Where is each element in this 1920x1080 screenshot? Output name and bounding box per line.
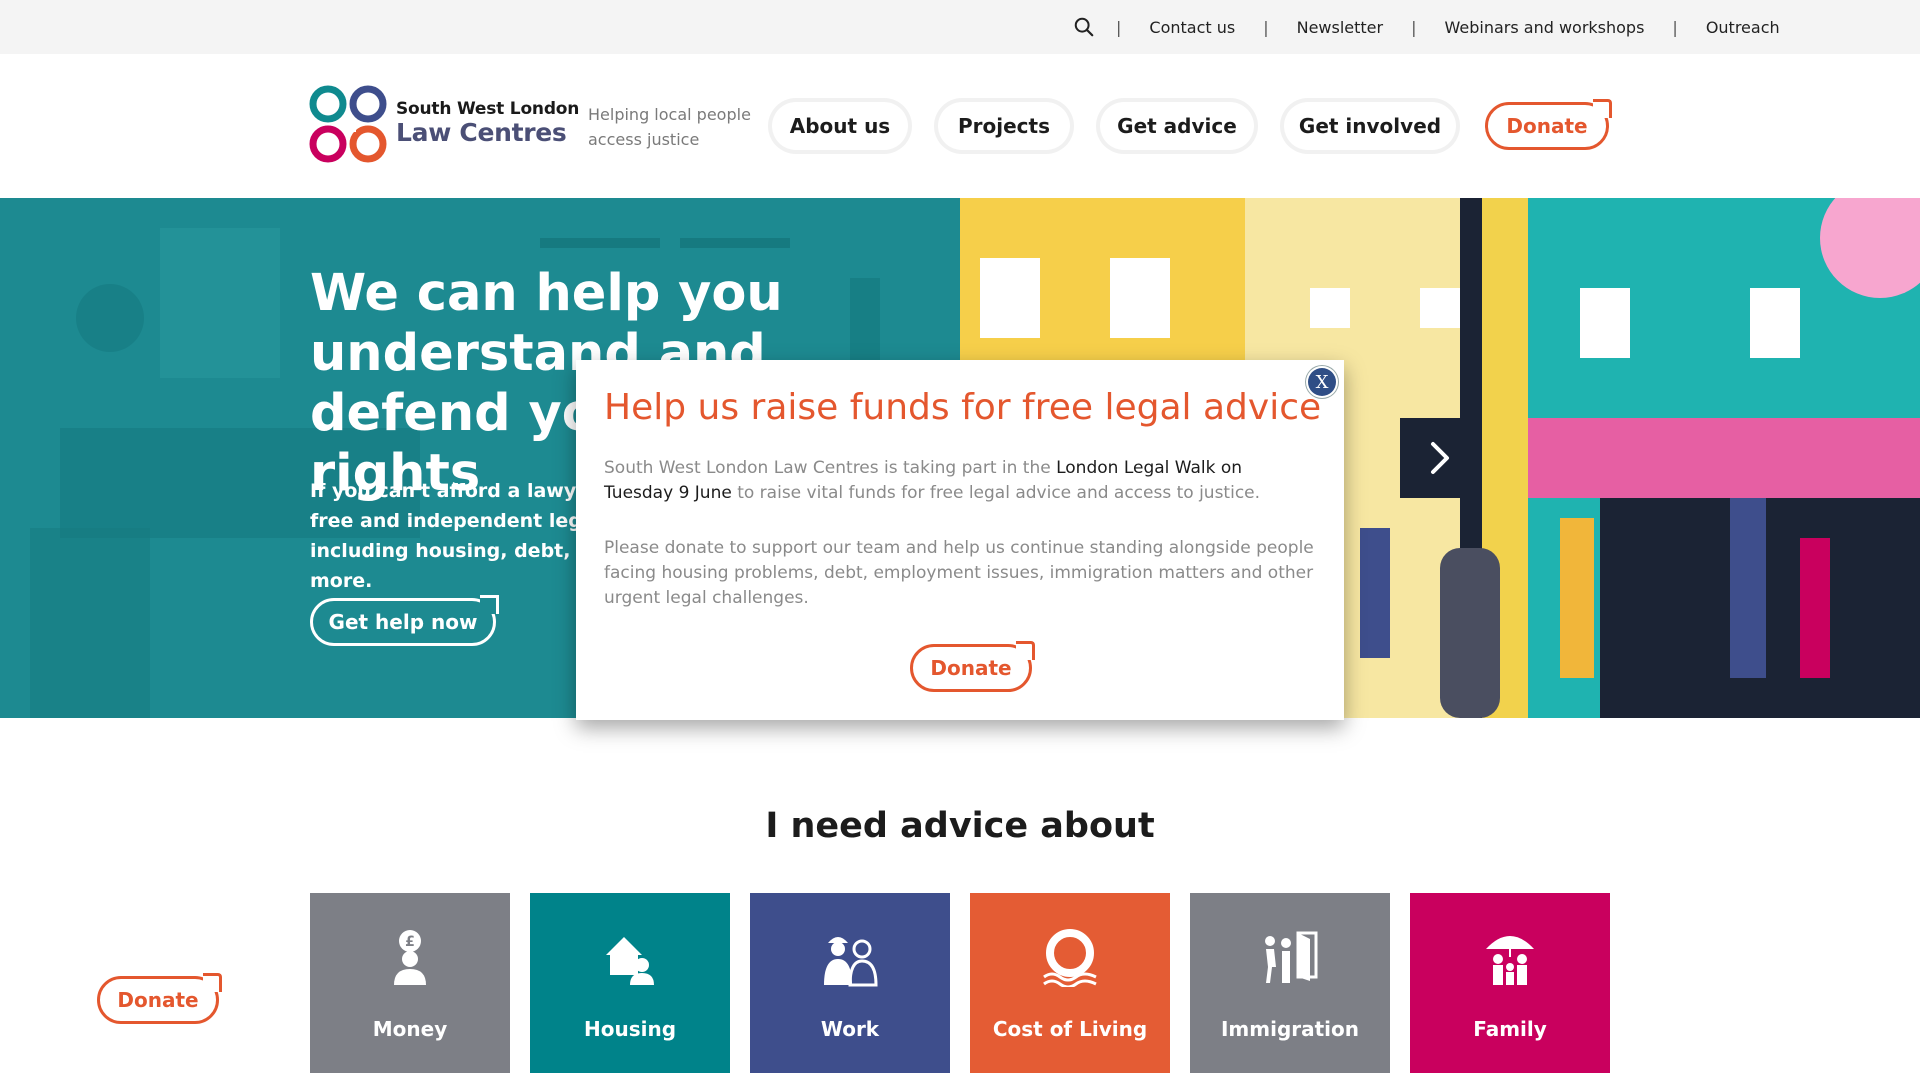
header-donate-button[interactable]: Donate: [1485, 99, 1612, 150]
advice-tile-cost-of-living[interactable]: Cost of Living: [970, 893, 1170, 1073]
modal-p1-end: to raise vital funds for free legal advi…: [731, 483, 1261, 503]
svg-text:£: £: [405, 934, 415, 950]
advice-section-title: I need advice about: [765, 806, 1155, 846]
housing-icon: [606, 937, 654, 985]
carousel-next-button[interactable]: [1400, 418, 1480, 498]
advice-tile-work[interactable]: Work: [750, 893, 950, 1073]
modal-title: Help us raise funds for free legal advic…: [604, 387, 1322, 428]
advice-tile-housing[interactable]: Housing: [530, 893, 730, 1073]
advice-tiles: £ Money Housing Work Cost of Living Immi…: [310, 893, 1610, 1073]
fundraising-modal: X Help us raise funds for free legal adv…: [576, 360, 1344, 720]
lifebuoy-icon: [1043, 929, 1097, 987]
law-centres-logo[interactable]: [308, 84, 390, 166]
divider: |: [1672, 17, 1678, 37]
advice-tile-family[interactable]: Family: [1410, 893, 1610, 1073]
utility-bar: | Contact us | Newsletter | Webinars and…: [0, 0, 1920, 54]
newsletter-link[interactable]: Newsletter: [1297, 18, 1412, 37]
tile-label: Money: [372, 1017, 448, 1041]
floating-donate-button[interactable]: Donate: [97, 973, 222, 1024]
modal-donate-button[interactable]: Donate: [910, 641, 1035, 692]
tile-label: Work: [820, 1017, 880, 1041]
divider: |: [1116, 17, 1122, 37]
nav-about-us[interactable]: About us: [772, 102, 908, 150]
modal-paragraph-1: South West London Law Centres is taking …: [604, 456, 1316, 506]
work-icon: [824, 937, 878, 987]
logo-line-2: Law Centres: [396, 118, 567, 147]
advice-tile-money[interactable]: £ Money: [310, 893, 510, 1073]
utility-links: | Contact us | Newsletter | Webinars and…: [1116, 0, 1808, 54]
immigration-icon: [1265, 931, 1318, 983]
nav-get-advice[interactable]: Get advice: [1100, 102, 1254, 150]
family-icon: [1486, 936, 1534, 985]
nav-get-involved[interactable]: Get involved: [1284, 102, 1456, 150]
nav-projects[interactable]: Projects: [938, 102, 1070, 150]
logo-line-1: South West London: [396, 99, 580, 119]
chevron-right-icon: [1431, 442, 1449, 474]
outreach-link[interactable]: Outreach: [1706, 18, 1808, 37]
get-help-now-button[interactable]: Get help now: [310, 595, 499, 646]
tagline: Helping local people access justice: [588, 105, 751, 149]
modal-paragraph-2: Please donate to support our team and he…: [604, 538, 1314, 608]
logo-text[interactable]: South West London Law Centres: [396, 99, 579, 147]
divider: |: [1263, 17, 1269, 37]
search-icon[interactable]: [1073, 16, 1095, 38]
modal-p1-start: South West London Law Centres is taking …: [604, 458, 1057, 478]
divider: |: [1411, 17, 1417, 37]
advice-tile-immigration[interactable]: Immigration: [1190, 893, 1390, 1073]
money-icon: £: [394, 930, 426, 985]
tile-label: Housing: [583, 1017, 677, 1041]
contact-us-link[interactable]: Contact us: [1149, 18, 1263, 37]
tile-label: Family: [1473, 1017, 1547, 1041]
webinars-link[interactable]: Webinars and workshops: [1444, 18, 1672, 37]
tile-label: Cost of Living: [992, 1017, 1148, 1041]
tile-label: Immigration: [1220, 1017, 1360, 1041]
